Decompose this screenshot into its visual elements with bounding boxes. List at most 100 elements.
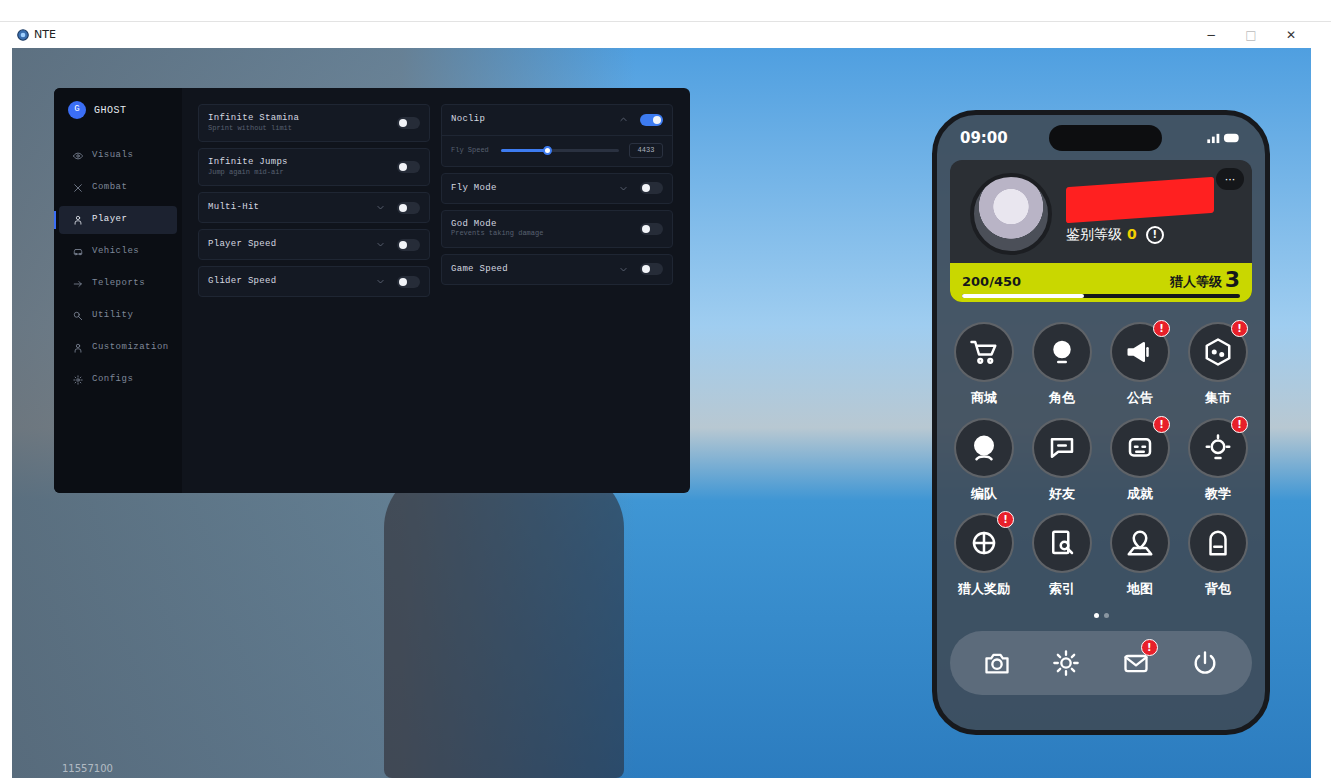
app-button[interactable]: 角色 bbox=[1023, 322, 1101, 408]
avatar[interactable] bbox=[970, 173, 1052, 255]
chevron-down-icon[interactable] bbox=[619, 265, 628, 274]
app-icon-circle[interactable] bbox=[1032, 322, 1092, 382]
sidebar-item[interactable]: Player bbox=[59, 206, 177, 234]
crosshair-icon bbox=[969, 528, 999, 558]
app-icon-circle[interactable]: ! bbox=[1188, 418, 1248, 478]
app-icon-circle[interactable]: ! bbox=[954, 513, 1014, 573]
page-dot[interactable] bbox=[1104, 613, 1109, 618]
toggle-switch[interactable] bbox=[640, 263, 663, 275]
chat-icon bbox=[1047, 433, 1077, 463]
chat-icon bbox=[1047, 433, 1077, 463]
title-bar: NTE−□✕ bbox=[0, 22, 1331, 48]
app-button[interactable]: 商城 bbox=[945, 322, 1023, 408]
app-label: 索引 bbox=[1049, 579, 1075, 599]
sidebar-item[interactable]: Combat bbox=[59, 174, 177, 202]
app-icon-circle[interactable] bbox=[1110, 513, 1170, 573]
info-button[interactable]: ! bbox=[1146, 226, 1164, 244]
app-button[interactable]: !猎人奖励 bbox=[945, 513, 1023, 599]
app-button[interactable]: 地图 bbox=[1101, 513, 1179, 599]
maximize-button[interactable]: □ bbox=[1231, 26, 1271, 44]
slider-track[interactable] bbox=[501, 149, 619, 152]
toggle-switch[interactable] bbox=[397, 161, 420, 173]
chevron-down-icon[interactable] bbox=[376, 277, 385, 286]
toggle-switch[interactable] bbox=[640, 182, 663, 194]
toggle-switch[interactable] bbox=[397, 239, 420, 251]
slider-value[interactable]: 4433 bbox=[629, 143, 663, 158]
app-button[interactable]: !集市 bbox=[1179, 322, 1257, 408]
alert-badge: ! bbox=[1153, 320, 1170, 337]
camera-icon bbox=[983, 649, 1011, 677]
toggle-switch[interactable] bbox=[397, 202, 420, 214]
page-dot[interactable] bbox=[1094, 613, 1099, 618]
sidebar-item[interactable]: Visuals bbox=[59, 142, 177, 170]
gear-icon bbox=[73, 375, 83, 385]
app-button[interactable]: !成就 bbox=[1101, 418, 1179, 504]
profile-card[interactable]: 鉴别等级0!···200/450猎人等级3 bbox=[950, 160, 1252, 302]
hunter-level: 猎人等级3 bbox=[1170, 269, 1240, 291]
chevron-down-icon[interactable] bbox=[376, 240, 385, 249]
appraisal-label: 鉴别等级 bbox=[1066, 224, 1122, 245]
option-card: Infinite StaminaSprint without limit bbox=[198, 104, 430, 142]
chevron-down-icon[interactable] bbox=[376, 203, 385, 212]
chevron-down-icon[interactable] bbox=[619, 184, 628, 193]
app-button[interactable]: 索引 bbox=[1023, 513, 1101, 599]
app-icon-circle[interactable] bbox=[954, 418, 1014, 478]
sidebar-item[interactable]: Vehicles bbox=[59, 238, 177, 266]
app-icon-circle[interactable] bbox=[954, 322, 1014, 382]
slider-handle[interactable] bbox=[543, 146, 552, 155]
app-button[interactable]: !公告 bbox=[1101, 322, 1179, 408]
phone-menu[interactable]: 09:00鉴别等级0!···200/450猎人等级3商城角色!公告!集市编队好友… bbox=[932, 110, 1270, 735]
dock-button[interactable] bbox=[967, 643, 1027, 683]
minimize-button[interactable]: − bbox=[1191, 26, 1231, 44]
option-label: Infinite Jumps bbox=[208, 157, 389, 168]
app-button[interactable]: !教学 bbox=[1179, 418, 1257, 504]
dock-button[interactable]: ! bbox=[1106, 643, 1166, 683]
sidebar-item[interactable]: Customization bbox=[59, 334, 177, 362]
app-button[interactable]: 好友 bbox=[1023, 418, 1101, 504]
arrow-icon bbox=[73, 279, 83, 289]
menu-logo: G bbox=[68, 101, 86, 119]
app-icon-circle[interactable] bbox=[1032, 513, 1092, 573]
sidebar-item[interactable]: Utility bbox=[59, 302, 177, 330]
settings-icon bbox=[1052, 649, 1080, 677]
person-icon bbox=[73, 215, 83, 225]
close-button[interactable]: ✕ bbox=[1271, 26, 1311, 44]
option-card: Infinite JumpsJump again mid-air bbox=[198, 148, 430, 186]
app-icon-circle[interactable]: ! bbox=[1110, 418, 1170, 478]
toggle-switch[interactable] bbox=[640, 114, 663, 126]
toggle-switch[interactable] bbox=[397, 117, 420, 129]
option-description: Jump again mid-air bbox=[208, 168, 389, 177]
search-doc-icon bbox=[1047, 528, 1077, 558]
chevron-down-icon bbox=[619, 265, 628, 274]
exp-count: 200/450 bbox=[962, 272, 1021, 292]
exp-bar-fill bbox=[962, 294, 1084, 298]
app-icon-circle[interactable]: ! bbox=[1188, 322, 1248, 382]
backpack-icon bbox=[1203, 528, 1233, 558]
cheat-menu-window[interactable]: GGHOSTVisualsCombatPlayerVehiclesTelepor… bbox=[54, 88, 690, 493]
dock-button[interactable] bbox=[1036, 643, 1096, 683]
chevron-up-icon[interactable] bbox=[619, 115, 628, 124]
option-text: Fly Mode bbox=[451, 183, 611, 194]
car-icon bbox=[73, 247, 83, 257]
app-icon-circle[interactable] bbox=[1188, 513, 1248, 573]
more-button[interactable]: ··· bbox=[1216, 168, 1244, 190]
option-label: God Mode bbox=[451, 219, 632, 230]
dock-button[interactable] bbox=[1175, 643, 1235, 683]
sidebar-item[interactable]: Configs bbox=[59, 366, 177, 394]
app-grid: 商城角色!公告!集市编队好友!成就!教学!猎人奖励索引地图背包 bbox=[950, 322, 1252, 599]
sidebar-label: Player bbox=[92, 213, 127, 227]
camera-icon bbox=[983, 649, 1011, 677]
app-icon-circle[interactable]: ! bbox=[1110, 322, 1170, 382]
app-button[interactable]: 编队 bbox=[945, 418, 1023, 504]
hunter-row: 200/450 猎人等级3 bbox=[962, 269, 1240, 291]
game-scene[interactable]: 11557100GGHOSTVisualsCombatPlayerVehicle… bbox=[12, 48, 1311, 778]
wrench-icon bbox=[73, 311, 83, 321]
toggle-switch[interactable] bbox=[640, 223, 663, 235]
option-text: God ModePrevents taking damage bbox=[451, 219, 632, 239]
app-icon-circle[interactable] bbox=[1032, 418, 1092, 478]
sidebar-item[interactable]: Teleports bbox=[59, 270, 177, 298]
app-button[interactable]: 背包 bbox=[1179, 513, 1257, 599]
toggle-switch[interactable] bbox=[397, 276, 420, 288]
team-icon bbox=[969, 433, 999, 463]
app-label: 编队 bbox=[971, 484, 997, 504]
